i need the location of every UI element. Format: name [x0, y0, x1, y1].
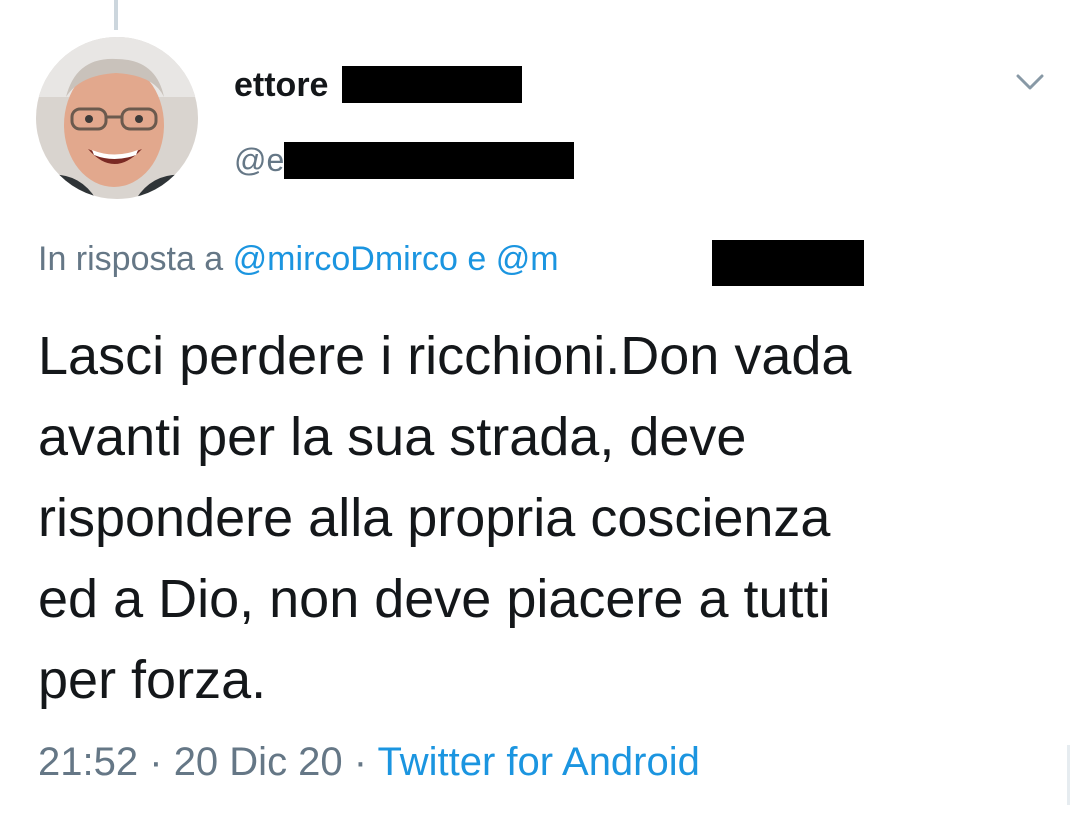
thread-connector-line-bottom [1067, 745, 1070, 805]
tweet-time: 21:52 [38, 740, 139, 784]
reply-joiner: e [467, 240, 487, 278]
tweet-source-link[interactable]: Twitter for Android [378, 740, 700, 784]
meta-separator: · [149, 740, 163, 784]
tweet-meta: 21:52 · 20 Dic 20 · Twitter for Android [38, 740, 700, 785]
reply-context: In risposta a @mircoDmirco e @m [38, 240, 559, 279]
author-display-name[interactable]: ettore [234, 66, 328, 105]
avatar[interactable] [36, 37, 198, 199]
author-handle[interactable]: @e [234, 142, 284, 179]
reply-prefix: In risposta a [38, 240, 224, 278]
meta-separator: · [353, 740, 368, 784]
redaction-bar-mention [712, 240, 864, 286]
thread-connector-line [114, 0, 118, 30]
profile-photo-icon [36, 37, 198, 199]
redaction-bar-handle [284, 142, 574, 179]
redaction-bar-name [342, 66, 522, 103]
tweet-menu-button[interactable] [1010, 66, 1050, 98]
reply-mention-link[interactable]: @mircoDmirco [233, 240, 458, 278]
tweet-body-text: Lasci perdere i ricchioni.Don vada avant… [38, 326, 852, 710]
chevron-down-icon [1016, 74, 1044, 90]
reply-mention-link-2[interactable]: @m [496, 240, 559, 278]
tweet-date: 20 Dic 20 [173, 740, 343, 784]
